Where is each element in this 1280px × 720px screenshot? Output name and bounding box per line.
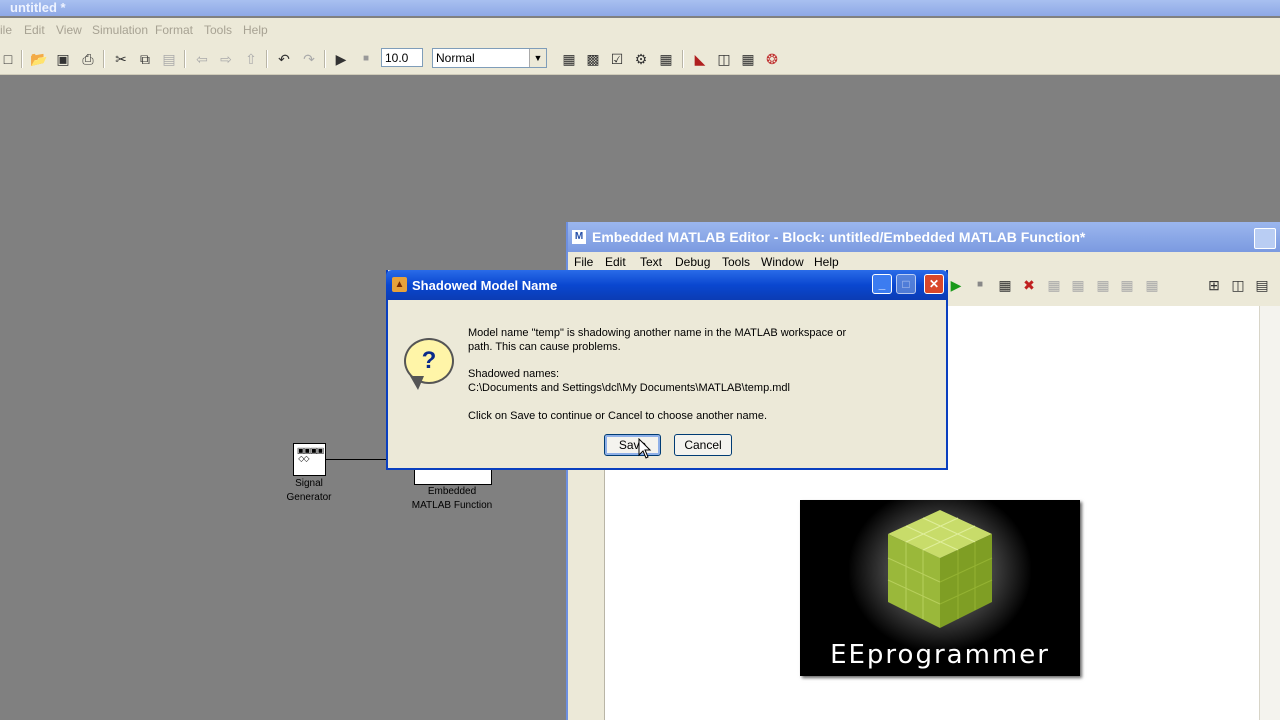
embedded-matlab-function-label: Embedded MATLAB Function	[398, 485, 506, 513]
eeprogrammer-logo: EEprogrammer	[800, 500, 1080, 676]
stop-icon[interactable]: ■	[358, 51, 374, 67]
signal-generator-icon: ▣▣▣▣ ◇◇	[297, 446, 324, 463]
cube-icon	[887, 510, 993, 628]
editor-minimize-button[interactable]	[1254, 228, 1276, 249]
chevron-down-icon[interactable]: ▼	[529, 49, 546, 67]
update-icon[interactable]: ▦	[658, 51, 674, 67]
settings-icon[interactable]: ❂	[764, 51, 780, 67]
question-icon-tail	[410, 376, 424, 390]
editor-title-bar: M Embedded MATLAB Editor - Block: untitl…	[568, 222, 1280, 252]
debug-icon[interactable]: ☑	[609, 51, 625, 67]
editor-menu-help[interactable]: Help	[814, 255, 839, 269]
clear-breakpoints-icon[interactable]: ✖	[1021, 277, 1037, 293]
embedded-matlab-function-block[interactable]	[414, 470, 492, 485]
signal-generator-label-line2: Generator	[286, 492, 332, 503]
editor-menu-text[interactable]: Text	[640, 255, 662, 269]
menu-help[interactable]: Help	[243, 23, 268, 37]
shadowed-names-label: Shadowed names:	[468, 368, 560, 380]
main-title-bar: untitled *	[0, 0, 1280, 16]
editor-menu-debug[interactable]: Debug	[675, 255, 710, 269]
simulation-mode-value: Normal	[436, 51, 475, 65]
stop-time-input[interactable]: 10.0	[381, 48, 423, 67]
shadowed-model-name-dialog: ▲ Shadowed Model Name _ □ ✕ ? Model name…	[386, 270, 948, 470]
toolbar-separator	[324, 50, 326, 68]
copy-icon[interactable]: ⧉	[137, 51, 153, 67]
exit-debug-icon[interactable]: ▦	[1119, 277, 1135, 293]
cut-icon[interactable]: ✂	[113, 51, 129, 67]
undo-icon[interactable]: ↶	[276, 51, 292, 67]
step-out-icon[interactable]: ▦	[1070, 277, 1086, 293]
matlab-icon: M	[572, 230, 586, 244]
main-menu-bar: ile Edit View Simulation Format Tools He…	[0, 18, 1280, 42]
editor-title: Embedded MATLAB Editor - Block: untitled…	[592, 229, 1086, 245]
save-icon[interactable]: ▣	[55, 51, 71, 67]
dialog-title: Shadowed Model Name	[412, 278, 558, 293]
editor-scrollbar[interactable]	[1259, 306, 1280, 720]
step-icon[interactable]: ▦	[997, 277, 1013, 293]
split-vertical-icon[interactable]: ◫	[1230, 277, 1246, 293]
step-in-icon[interactable]: ▦	[1046, 277, 1062, 293]
menu-view[interactable]: View	[56, 23, 82, 37]
matlab-logo-icon: ▲	[392, 277, 407, 292]
main-window-title: untitled *	[10, 0, 66, 15]
embedded-matlab-function-label-line2: MATLAB Function	[411, 500, 493, 511]
editor-menu-file[interactable]: File	[574, 255, 593, 269]
minimize-button[interactable]: _	[872, 274, 892, 294]
main-toolbar: □ 📂 ▣ ⎙ ✂ ⧉ ▤ ⇦ ⇨ ⇧ ↶ ↷ ▶ ■ ▦ ▩ ☑ ⚙ ▦ ◣ …	[0, 42, 1280, 75]
simulation-mode-select[interactable]: Normal ▼	[432, 48, 547, 68]
dialog-instruction: Click on Save to continue or Cancel to c…	[468, 410, 768, 422]
continue-icon[interactable]: ▦	[1095, 277, 1111, 293]
dialog-message-line2: path. This can cause problems.	[468, 341, 621, 353]
target-icon[interactable]: ▦	[740, 51, 756, 67]
play-icon[interactable]: ▶	[333, 51, 349, 67]
editor-menu-edit[interactable]: Edit	[605, 255, 626, 269]
menu-edit[interactable]: Edit	[24, 23, 45, 37]
run-icon[interactable]: ▶	[948, 277, 964, 293]
breakpoint-icon[interactable]: ▦	[1144, 277, 1160, 293]
editor-menu-bar: File Edit Text Debug Tools Window Help	[568, 252, 1280, 272]
paste-icon[interactable]: ▤	[161, 51, 177, 67]
model-explorer-icon[interactable]: ▩	[585, 51, 601, 67]
print-icon[interactable]: ⎙	[80, 51, 96, 67]
scope-icon[interactable]: ◫	[716, 51, 732, 67]
back-icon[interactable]: ⇦	[194, 51, 210, 67]
close-button[interactable]: ✕	[924, 274, 944, 294]
mouse-cursor-icon	[638, 438, 652, 459]
logo-text: EEprogrammer	[830, 640, 1050, 670]
tile-icon[interactable]: ⊞	[1206, 277, 1222, 293]
toolbar-separator	[103, 50, 105, 68]
dialog-message-line1: Model name "temp" is shadowing another n…	[468, 327, 847, 339]
toolbar-separator	[21, 50, 23, 68]
forward-icon[interactable]: ⇨	[218, 51, 234, 67]
menu-file[interactable]: ile	[0, 23, 12, 37]
library-icon[interactable]: ▦	[561, 51, 577, 67]
editor-menu-window[interactable]: Window	[761, 255, 804, 269]
maximize-button[interactable]: □	[896, 274, 916, 294]
save-button[interactable]: Save	[604, 434, 661, 456]
signal-wire	[325, 459, 387, 460]
open-icon[interactable]: 📂	[30, 51, 47, 67]
split-horizontal-icon[interactable]: ▤	[1254, 277, 1270, 293]
embedded-matlab-function-label-line1: Embedded	[427, 486, 477, 497]
dialog-title-bar: ▲ Shadowed Model Name _ □ ✕	[386, 270, 948, 300]
signal-generator-label: Signal Generator	[270, 477, 348, 505]
editor-menu-tools[interactable]: Tools	[722, 255, 750, 269]
toolbar-separator	[682, 50, 684, 68]
toolbar-separator	[266, 50, 268, 68]
stop-icon[interactable]: ■	[972, 277, 988, 293]
build-icon[interactable]: ⚙	[633, 51, 649, 67]
menu-simulation[interactable]: Simulation	[92, 23, 148, 37]
cancel-button[interactable]: Cancel	[674, 434, 732, 456]
signal-generator-block[interactable]: ▣▣▣▣ ◇◇	[293, 443, 326, 476]
toolbar-separator	[184, 50, 186, 68]
menu-format[interactable]: Format	[155, 23, 193, 37]
shadowed-names-path: C:\Documents and Settings\dcl\My Documen…	[468, 382, 790, 394]
up-icon[interactable]: ⇧	[243, 51, 259, 67]
signal-generator-label-line1: Signal	[295, 478, 323, 489]
menu-tools[interactable]: Tools	[204, 23, 232, 37]
redo-icon[interactable]: ↷	[301, 51, 317, 67]
new-icon[interactable]: □	[0, 51, 16, 67]
signal-icon[interactable]: ◣	[692, 51, 708, 67]
